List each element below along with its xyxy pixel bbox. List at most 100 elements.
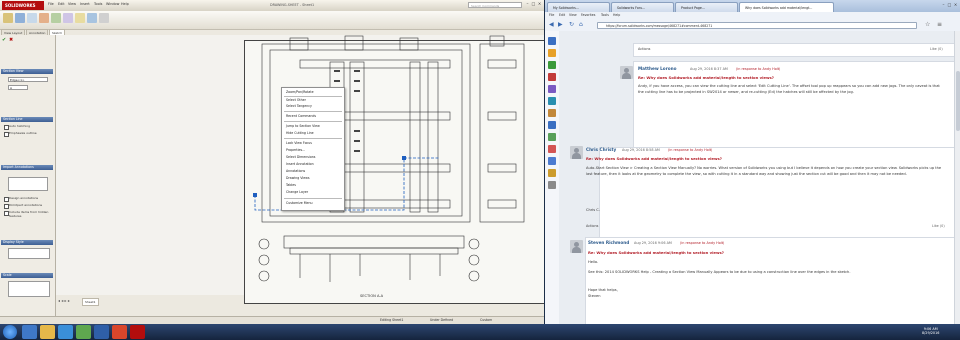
post-timestamp: Aug 29, 2016 8:58 AM [622,147,660,152]
scrollbar-thumb[interactable] [956,71,960,131]
browser-tab-2[interactable]: Solidworks Foru... [611,2,674,12]
in-response-link[interactable]: (in response to Andy Holt) [680,241,724,245]
browser-tab-3[interactable]: Product Page... [675,2,738,12]
menu-icon[interactable]: ≡ [937,21,942,28]
ctx-annotations[interactable]: Annotations [286,169,305,173]
taskbar-solidworks-icon[interactable] [130,325,145,339]
sidebar-news-icon[interactable] [548,145,556,153]
status-units[interactable]: Custom [480,318,492,322]
taskbar-clock[interactable]: 9:06 AM 8/29/2016 [922,327,939,335]
ctx-select-tangency[interactable]: Select Tangency [286,104,312,108]
post-signature: Steven [588,294,601,298]
in-response-link[interactable]: (in response to Andy Holt) [668,148,712,152]
post-timestamp: Aug 29, 2016 9:06 AM [634,240,672,245]
sidebar-bookmarks-icon[interactable] [548,37,556,45]
sidebar-chat-icon[interactable] [548,157,556,165]
browser-tab-1[interactable]: My Solidworks... [547,2,610,12]
ctx-insert-annotation[interactable]: Insert Annotation [286,162,314,166]
bmenu-file[interactable]: File [549,13,554,17]
ctx-tables[interactable]: Tables [286,183,296,187]
sidebar-star-icon[interactable] [548,169,556,177]
sidebar-downloads-icon[interactable] [548,61,556,69]
tab-sheet1[interactable]: Sheet1 [82,298,99,306]
browser-window: My Solidworks... Solidworks Foru... Prod… [545,0,960,324]
like-count[interactable]: Like (0) [930,47,943,51]
sheet-tabs: ◂ ◂ ▸ ▸ Sheet1 [56,297,256,306]
post-steven: Steven Richmond Aug 29, 2016 9:06 AM (in… [570,237,957,324]
ctx-select-dimensions[interactable]: Select Dimensions [286,155,315,159]
ctx-lock-view-focus[interactable]: Lock View Focus [286,141,312,145]
section-view-label: SECTION A-A [360,294,384,298]
ctx-properties[interactable]: Properties... [286,148,305,152]
ctx-drawing-views[interactable]: Drawing Views [286,176,310,180]
like-count[interactable]: Like (0) [932,224,945,228]
taskbar-firefox-icon[interactable] [112,325,127,339]
context-menu: Zoom/Pan/Rotate Select Other Select Tang… [281,87,345,211]
side-view [479,43,525,223]
ctx-separator [284,198,342,199]
sheet-nav-arrows-icon[interactable]: ◂ ◂ ▸ ▸ [58,298,70,303]
ctx-select-other[interactable]: Select Other [286,98,306,102]
post-author[interactable]: Chris Christy [586,147,616,152]
ctx-jump-to-section-view[interactable]: Jump to Section View [286,124,320,128]
post-body-greeting: Hello. [588,260,599,264]
home-icon[interactable]: ⌂ [579,21,583,28]
actions-button[interactable]: Actions [638,47,650,51]
post-body: Auto-Start Section View > Creating a Sec… [586,166,942,176]
ctx-separator [284,111,342,112]
start-button-icon[interactable] [3,325,17,339]
solidworks-status-bar: Editing Sheet1 Under Defined Custom [0,316,544,324]
browser-tab-active[interactable]: Why does Solidworks add material/lengt..… [739,2,834,12]
post-author[interactable]: Matthew Lorono [638,66,677,71]
sidebar-sync-icon[interactable] [548,97,556,105]
bmenu-favorites[interactable]: Favorites [581,13,595,17]
taskbar-excel-icon[interactable] [76,325,91,339]
forum-thread: Actions Like (0) Matthew Lorono Aug 29, … [559,31,960,324]
drawing-views-svg[interactable] [0,0,544,316]
bmenu-view[interactable]: View [569,13,577,17]
avatar[interactable] [620,66,633,79]
windows-taskbar: 9:06 AM 8/29/2016 [0,324,960,340]
star-icon[interactable]: ☆ [925,21,930,28]
ctx-hide-cutting-line[interactable]: Hide Cutting Line [286,131,314,135]
bmenu-tools[interactable]: Tools [601,13,609,17]
ctx-change-layer[interactable]: Change Layer [286,190,308,194]
in-response-link[interactable]: (in response to Andy Holt) [736,67,780,71]
post-author[interactable]: Steven Richmond [588,240,629,245]
forward-icon[interactable]: ▶ [558,21,563,28]
taskbar-outlook-icon[interactable] [58,325,73,339]
browser-scrollbar[interactable] [954,31,960,324]
post-subject: Re: Why does Solidworks add material/len… [586,156,722,161]
ctx-separator [284,96,342,97]
ctx-customize-menu[interactable]: Customize Menu [286,201,313,205]
post-subject: Re: Why does Solidworks add material/len… [638,75,774,80]
address-bar[interactable]: https://forum.solidworks.com/message/468… [597,22,917,29]
bmenu-edit[interactable]: Edit [559,13,565,17]
sidebar-settings-icon[interactable] [548,181,556,189]
back-icon[interactable]: ◀ [549,21,554,28]
solidworks-window: SOLIDWORKS File Edit View Insert Tools W… [0,0,544,324]
sidebar-notes-icon[interactable] [548,109,556,117]
bmenu-help[interactable]: Help [613,13,620,17]
sidebar-addon-icon[interactable] [548,85,556,93]
avatar[interactable] [570,146,583,159]
sidebar-mail-icon[interactable] [548,121,556,129]
browser-tabbar: My Solidworks... Solidworks Foru... Prod… [545,0,960,12]
ctx-zoom-pan-rotate[interactable]: Zoom/Pan/Rotate [286,90,314,94]
actions-button[interactable]: Actions [586,224,598,228]
browser-close-icon[interactable]: × [953,2,958,8]
post-signature: Chris C. [586,208,600,212]
sidebar-pocket-icon[interactable] [548,73,556,81]
sidebar-calendar-icon[interactable] [548,133,556,141]
ctx-recent-commands[interactable]: Recent Commands [286,114,316,118]
taskbar-explorer-icon[interactable] [40,325,55,339]
browser-maximize-icon[interactable]: □ [947,2,952,8]
post-chris: Chris Christy Aug 29, 2016 8:58 AM (in r… [570,146,957,245]
taskbar-ie-icon[interactable] [22,325,37,339]
browser-minimize-icon[interactable]: – [941,2,946,8]
sidebar-history-icon[interactable] [548,49,556,57]
ctx-separator [284,121,342,122]
avatar[interactable] [570,240,583,253]
reload-icon[interactable]: ↻ [569,21,574,28]
taskbar-word-icon[interactable] [94,325,109,339]
